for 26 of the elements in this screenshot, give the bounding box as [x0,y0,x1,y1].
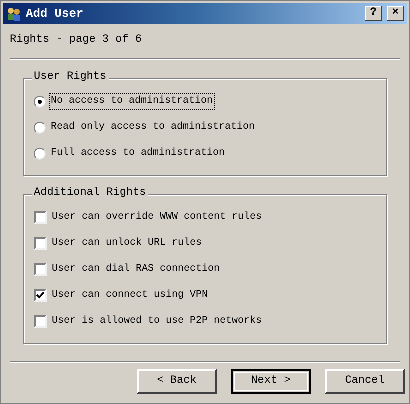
checkbox[interactable] [34,237,47,250]
checkbox[interactable] [34,211,47,224]
help-button[interactable]: ? [365,6,382,21]
checkbox-option[interactable]: User can unlock URL rules [34,230,376,256]
close-button[interactable]: × [387,6,404,21]
radio-button[interactable] [34,122,46,134]
group-title: Additional Rights [32,188,148,198]
checkbox[interactable] [34,289,47,302]
users-icon [6,6,22,22]
group-title: User Rights [32,72,109,82]
checkbox[interactable] [34,263,47,276]
radio-option[interactable]: Read only access to administration [34,114,376,140]
checkbox[interactable] [34,315,47,328]
page-heading: Rights - page 3 of 6 [10,34,142,46]
window-title: Add User [26,6,85,22]
checkbox-option[interactable]: User is allowed to use P2P networks [34,308,376,334]
radio-button[interactable] [34,148,46,160]
checkbox-option[interactable]: User can dial RAS connection [34,256,376,282]
cancel-button[interactable]: Cancel [325,369,405,394]
checkbox-option[interactable]: User can connect using VPN [34,282,376,308]
radio-option[interactable]: Full access to administration [34,140,376,166]
radio-option[interactable]: No access to administration [34,88,376,114]
next-button[interactable]: Next > [231,369,311,394]
checkbox-option[interactable]: User can override WWW content rules [34,204,376,230]
back-button[interactable]: < Back [137,369,217,394]
radio-button[interactable] [34,96,46,108]
